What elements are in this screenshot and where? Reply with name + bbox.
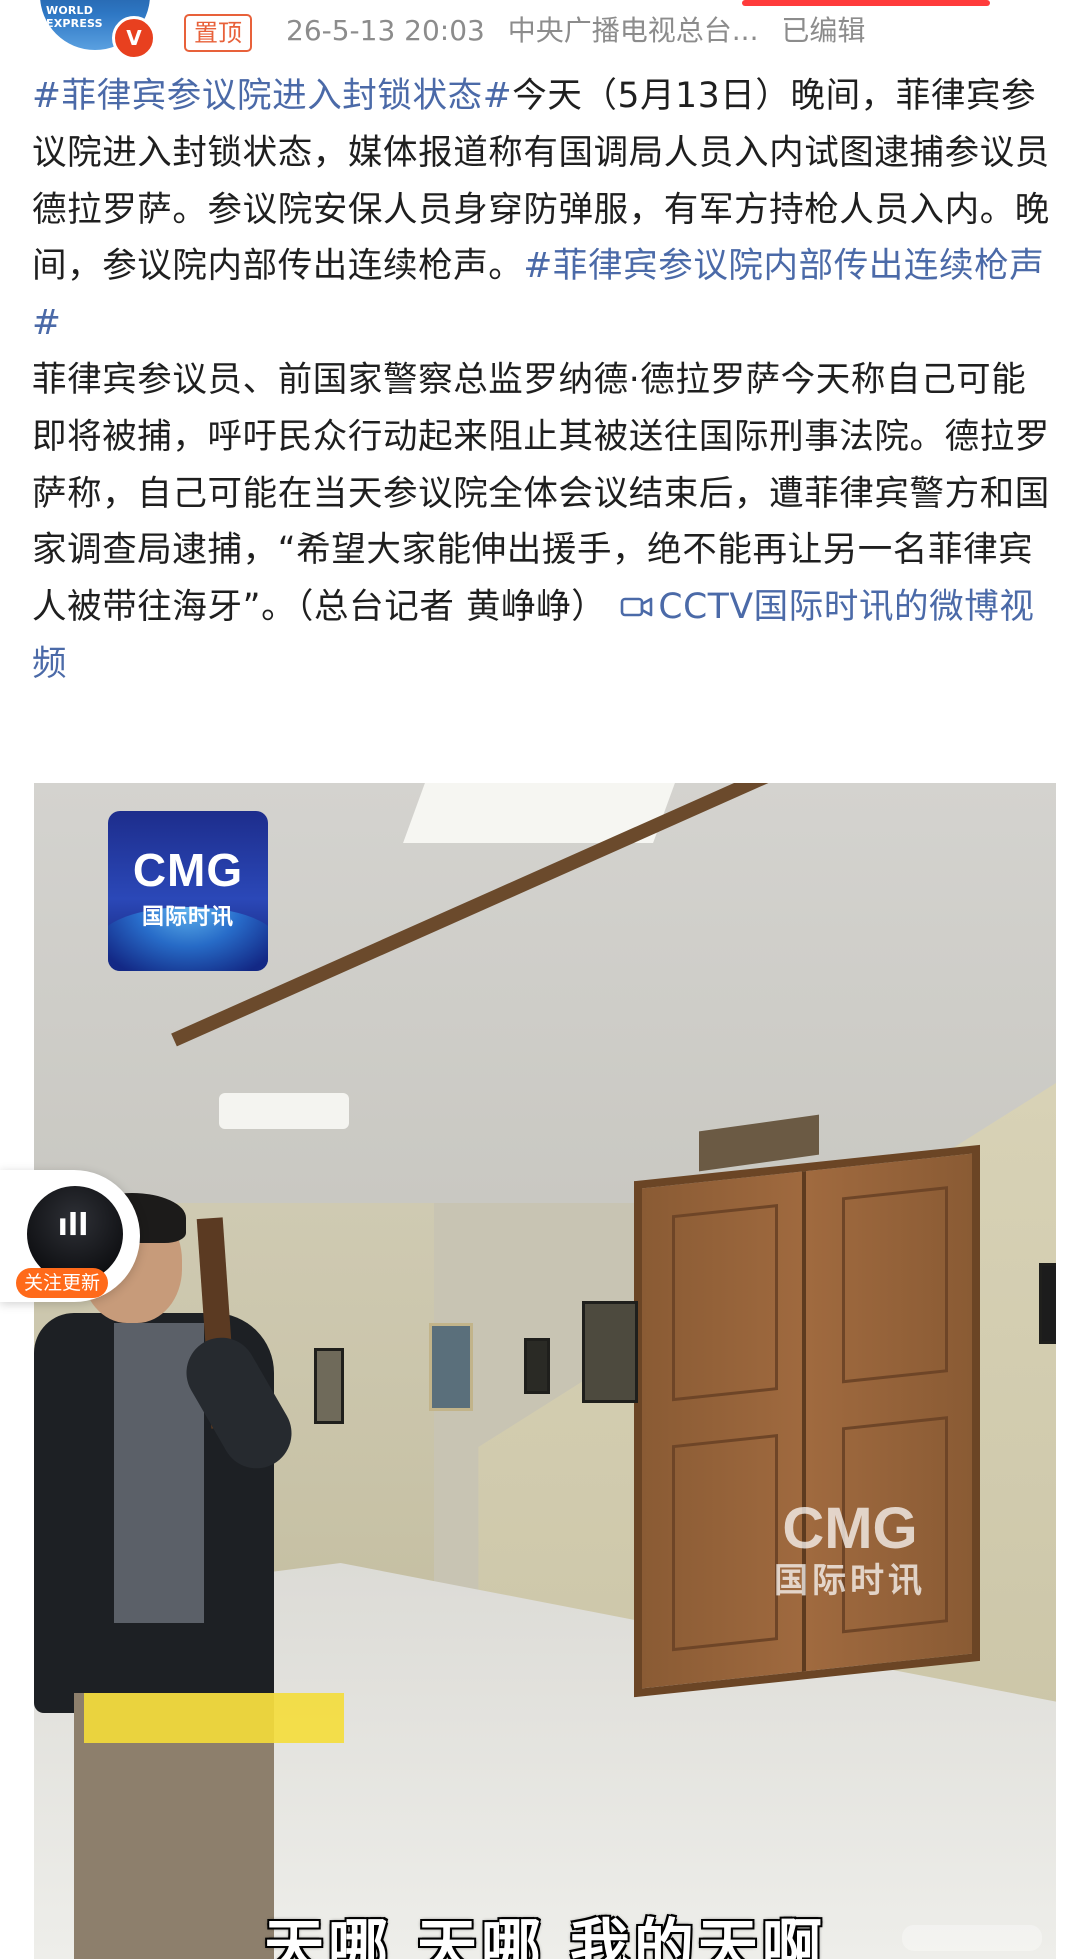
wall-painting (524, 1338, 550, 1394)
watermark-sub: 国际时讯 (774, 1561, 926, 1601)
bars-icon: ıll (57, 1208, 89, 1243)
wall-painting (582, 1301, 638, 1403)
watermark-main: CMG (782, 1496, 918, 1561)
edited-label[interactable]: 已编辑 (781, 14, 865, 47)
ceiling-light (219, 1093, 349, 1129)
cmg-watermark: CMG 国际时讯 (750, 1499, 950, 1603)
video-player[interactable]: CMG 国际时讯 CMG 国际时讯 天哪 天哪 我的天啊 (34, 783, 1056, 1959)
top-accent-bar (742, 0, 990, 6)
video-subtitle: 天哪 天哪 我的天啊 (264, 1913, 826, 1959)
post-source[interactable]: 中央广播电视总台... (508, 14, 759, 47)
pinned-badge: 置顶 (184, 14, 252, 52)
corner-watermark (902, 1925, 1042, 1951)
hashtag-link[interactable]: #菲律宾参议院进入封锁状态# (32, 76, 512, 116)
verified-icon: V (112, 16, 156, 60)
video-camera-icon (621, 597, 653, 617)
wall-painting (1039, 1263, 1056, 1344)
follow-update-label[interactable]: 关注更新 (16, 1268, 109, 1298)
cmg-logo: CMG 国际时讯 (108, 811, 268, 971)
post-text: #菲律宾参议院进入封锁状态#今天（5月13日）晚间，菲律宾参议院进入封锁状态，媒… (32, 68, 1052, 693)
wall-painting (429, 1323, 473, 1411)
post-header: WORLD EXPRESS V 置顶 26-5-13 20:03 中央广播电视总… (0, 0, 1080, 60)
post-timestamp: 26-5-13 20:03 (286, 14, 485, 47)
caption-highlight-bar (84, 1693, 344, 1743)
wooden-door (634, 1144, 980, 1698)
post-meta: 26-5-13 20:03 中央广播电视总台... 已编辑 (286, 10, 879, 52)
cmg-logo-sub: 国际时讯 (141, 905, 234, 930)
follow-update-widget[interactable]: ıll 关注更新 (0, 1170, 140, 1302)
cmg-logo-main: CMG (132, 844, 244, 896)
